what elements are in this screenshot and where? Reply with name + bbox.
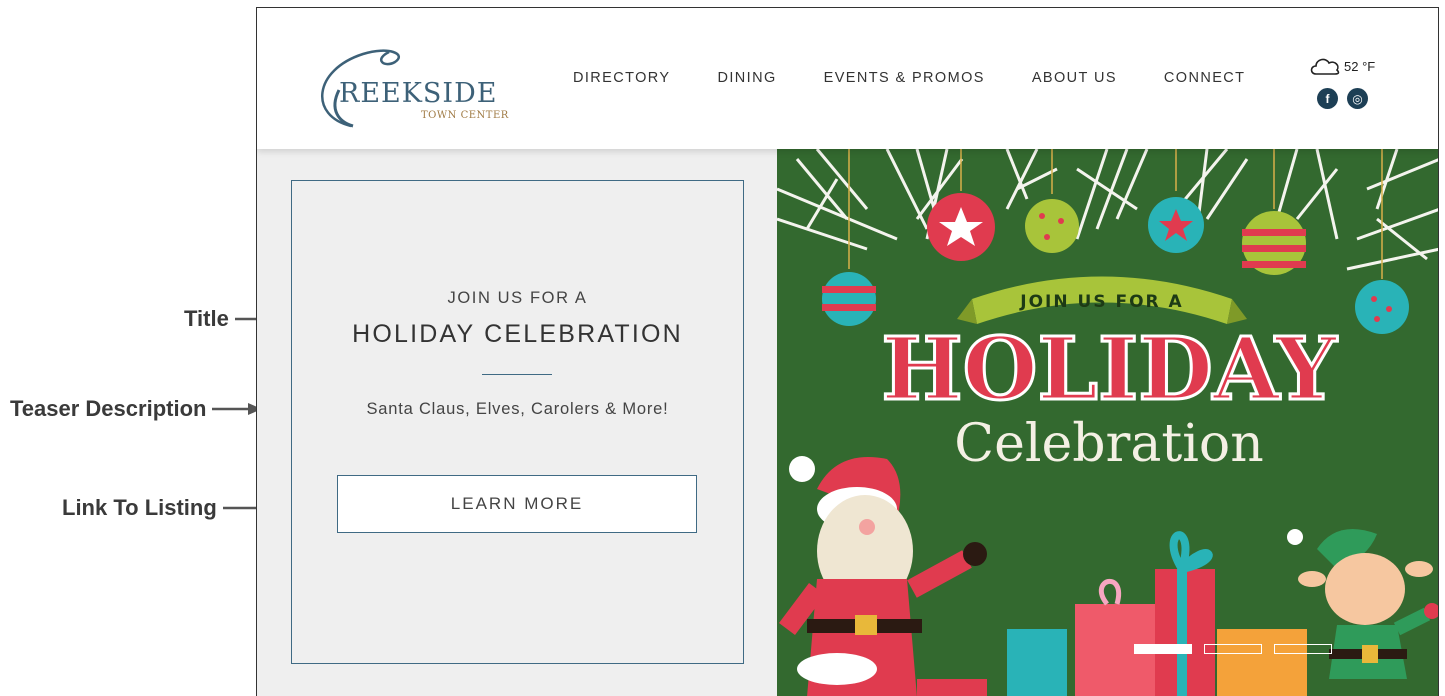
website-frame: REEKSIDE TOWN CENTER DIRECTORY DINING EV…: [256, 7, 1439, 696]
slide-indicators: [1134, 644, 1344, 654]
instagram-icon[interactable]: ◎: [1347, 88, 1368, 109]
nav-item-events-promos[interactable]: EVENTS & PROMOS: [824, 70, 985, 86]
hero-banner[interactable]: JOIN US FOR A HOLIDAY Celebration: [777, 149, 1438, 696]
site-header: REEKSIDE TOWN CENTER DIRECTORY DINING EV…: [257, 8, 1438, 149]
elf-illustration: [1287, 529, 1438, 679]
facebook-icon[interactable]: f: [1317, 88, 1338, 109]
holiday-illustration: JOIN US FOR A HOLIDAY Celebration: [777, 149, 1438, 696]
slide-indicator-1[interactable]: [1134, 644, 1192, 654]
learn-more-button[interactable]: LEARN MORE: [337, 475, 697, 533]
title-divider: [482, 374, 552, 375]
ornaments: [822, 193, 1409, 334]
main-nav: DIRECTORY DINING EVENTS & PROMOS ABOUT U…: [573, 70, 1292, 86]
promo-teaser: Santa Claus, Elves, Carolers & More!: [366, 400, 669, 418]
promo-eyebrow: JOIN US FOR A: [447, 289, 588, 307]
logo-wordmark: REEKSIDE: [339, 78, 498, 109]
promo-card: JOIN US FOR A HOLIDAY CELEBRATION Santa …: [291, 180, 744, 664]
annotation-label: Title: [184, 306, 229, 331]
promo-panel: JOIN US FOR A HOLIDAY CELEBRATION Santa …: [257, 149, 777, 696]
promo-title: HOLIDAY CELEBRATION: [352, 320, 683, 348]
hero-headline: HOLIDAY: [881, 319, 1338, 420]
nav-item-dining[interactable]: DINING: [717, 70, 776, 86]
arrow-right-icon: [212, 403, 263, 415]
hero-ribbon-text: JOIN US FOR A: [1019, 292, 1183, 312]
nav-item-about-us[interactable]: ABOUT US: [1032, 70, 1117, 86]
annotation-label: Teaser Description: [10, 396, 207, 421]
slide-indicator-3[interactable]: [1274, 644, 1332, 654]
annotation-link: Link To Listing: [62, 495, 285, 521]
santa-illustration: [779, 456, 987, 696]
pine-branches: [777, 149, 1438, 271]
annotated-screenshot: Title Teaser Description Link To Listing…: [0, 0, 1445, 696]
social-links: f ◎: [1317, 88, 1377, 109]
hero-subheadline: Celebration: [954, 414, 1263, 474]
nav-item-connect[interactable]: CONNECT: [1164, 70, 1246, 86]
annotation-teaser: Teaser Description: [10, 396, 263, 422]
annotation-label: Link To Listing: [62, 495, 217, 520]
slide-indicator-2[interactable]: [1204, 644, 1262, 654]
cloud-icon: [1310, 58, 1340, 75]
temperature: 52 °F: [1344, 58, 1376, 74]
site-logo[interactable]: REEKSIDE TOWN CENTER: [309, 30, 519, 130]
logo-subtitle: TOWN CENTER: [421, 110, 509, 121]
weather-widget: 52 °F: [1309, 56, 1375, 76]
nav-item-directory[interactable]: DIRECTORY: [573, 70, 670, 86]
